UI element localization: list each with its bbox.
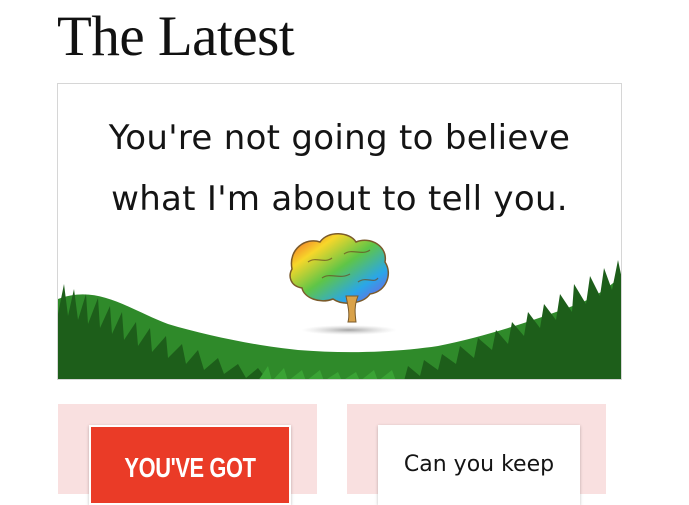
comic-thumbnail-text: YOU'VE GOT — [124, 452, 256, 483]
comic-thumbnail-text: Can you keep — [403, 452, 555, 477]
brain-illustration — [289, 233, 397, 335]
featured-comic-link[interactable]: You're not going to believe what I'm abo… — [57, 83, 622, 380]
page-title: The Latest — [57, 5, 295, 68]
comic-thumbnail[interactable]: Can you keep — [378, 425, 580, 505]
comic-card[interactable]: Can you keep — [347, 404, 606, 505]
hero-caption-line-1: You're not going to believe — [108, 118, 571, 158]
comic-card[interactable]: YOU'VE GOT — [58, 404, 317, 505]
comic-thumbnail[interactable]: YOU'VE GOT — [89, 425, 291, 505]
hero-caption-line-2: what I'm about to tell you. — [111, 179, 568, 219]
